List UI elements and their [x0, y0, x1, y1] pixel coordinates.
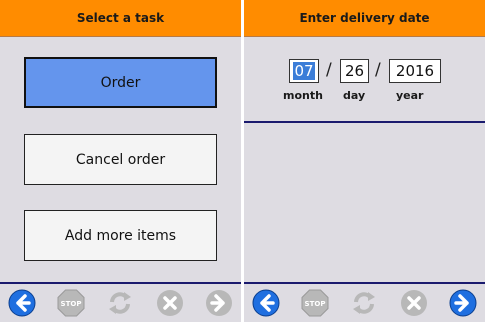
refresh-icon[interactable] [350, 289, 378, 317]
back-arrow-icon[interactable] [252, 289, 280, 317]
stop-icon-label: STOP [61, 300, 82, 308]
refresh-icon[interactable] [106, 289, 134, 317]
year-value: 2016 [395, 62, 435, 80]
day-value: 26 [344, 62, 365, 80]
day-label: day [343, 89, 366, 102]
date-separator: / [326, 60, 332, 80]
cancel-icon[interactable] [156, 289, 184, 317]
month-field[interactable]: 07 [289, 59, 319, 83]
forward-arrow-icon[interactable] [449, 289, 477, 317]
date-separator: / [375, 60, 381, 80]
month-value: 07 [293, 62, 315, 80]
forward-arrow-icon[interactable] [205, 289, 233, 317]
panel-header: Enter delivery date [244, 0, 485, 37]
stop-icon[interactable]: STOP [57, 289, 85, 317]
divider [244, 121, 485, 123]
year-label: year [396, 89, 424, 102]
day-field[interactable]: 26 [340, 59, 369, 83]
toolbar: STOP [244, 284, 485, 322]
cancel-order-button[interactable]: Cancel order [24, 134, 217, 185]
cancel-icon[interactable] [400, 289, 428, 317]
add-more-items-button[interactable]: Add more items [24, 210, 217, 261]
panel-header: Select a task [0, 0, 241, 37]
stop-icon[interactable]: STOP [301, 289, 329, 317]
stop-icon-label: STOP [305, 300, 326, 308]
year-field[interactable]: 2016 [389, 59, 441, 83]
date-panel: Enter delivery date 07 / 26 / 2016 month… [244, 0, 485, 322]
order-button[interactable]: Order [24, 57, 217, 108]
toolbar: STOP [0, 284, 241, 322]
back-arrow-icon[interactable] [8, 289, 36, 317]
task-panel: Select a task Order Cancel order Add mor… [0, 0, 241, 322]
month-label: month [283, 89, 323, 102]
